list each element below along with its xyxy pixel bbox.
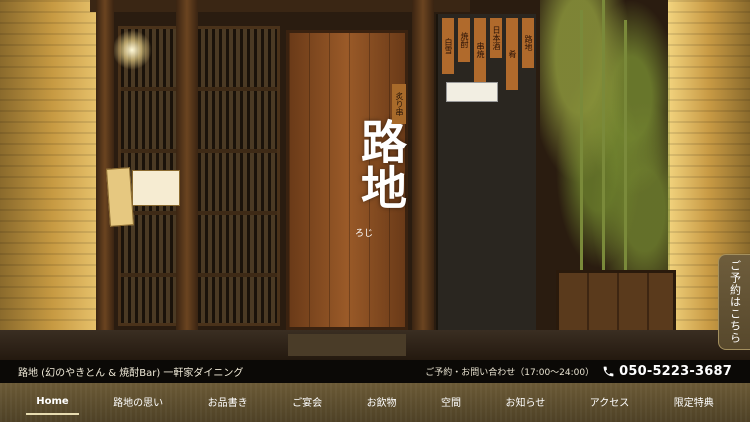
- bamboo-plant: [540, 0, 670, 280]
- shop-logo-reading: ろじ: [355, 229, 374, 239]
- phone-icon: [603, 366, 614, 377]
- menu-tag: 串焼: [474, 18, 486, 82]
- lamp-glow: [112, 30, 152, 70]
- nav-item-drinks[interactable]: お飲物: [357, 388, 407, 417]
- left-plaster-wall: [0, 0, 96, 360]
- menu-tag: 日本酒: [490, 18, 502, 58]
- menu-tag-panel: 白雪 焼酎 串焼 日本酒 肴 路地: [436, 14, 536, 336]
- info-bar: 路地 (幻のやきとん & 焼酎Bar) 一軒家ダイニング ご予約・お問い合わせ（…: [0, 360, 750, 383]
- notice-paper: [446, 82, 498, 102]
- menu-tag: 焼酎: [458, 18, 470, 62]
- phone-number: 050-5223-3687: [619, 364, 732, 379]
- nav-item-concept[interactable]: 路地の思い: [103, 388, 173, 417]
- shop-logo: 路地: [354, 118, 408, 210]
- menu-sign: [106, 167, 134, 227]
- nav-item-access[interactable]: アクセス: [580, 388, 640, 417]
- hero-image: 路地 ろじ 炙り串 白雪 焼酎 串焼 日本酒 肴 路地: [0, 0, 750, 360]
- contact-block: ご予約・お問い合わせ（17:00〜24:00） 050-5223-3687: [425, 364, 732, 379]
- menu-tag: 白雪: [442, 18, 454, 74]
- nav-item-space[interactable]: 空間: [431, 388, 471, 417]
- main-nav: Home 路地の思い お品書き ご宴会 お飲物 空間 お知らせ アクセス 限定特…: [0, 383, 750, 422]
- nav-item-home[interactable]: Home: [26, 390, 80, 415]
- menu-board: [132, 170, 180, 206]
- door-plate: 炙り串: [392, 84, 406, 124]
- contact-label: ご予約・お問い合わせ（17:00〜24:00）: [425, 368, 595, 378]
- doormat: [288, 334, 406, 356]
- nav-item-news[interactable]: お知らせ: [496, 388, 556, 417]
- nav-item-menu[interactable]: お品書き: [198, 388, 258, 417]
- menu-tag: 肴: [506, 18, 518, 90]
- phone-link[interactable]: 050-5223-3687: [602, 364, 732, 379]
- site-tagline: 路地 (幻のやきとん & 焼酎Bar) 一軒家ダイニング: [18, 368, 244, 379]
- wooden-post: [412, 0, 434, 352]
- menu-tag: 路地: [522, 18, 534, 68]
- reservation-tab-label: ご予約はこちら: [728, 260, 742, 344]
- reservation-tab[interactable]: ご予約はこちら: [718, 254, 750, 350]
- nav-item-banquet[interactable]: ご宴会: [282, 388, 332, 417]
- nav-item-special-offer[interactable]: 限定特典: [664, 388, 724, 417]
